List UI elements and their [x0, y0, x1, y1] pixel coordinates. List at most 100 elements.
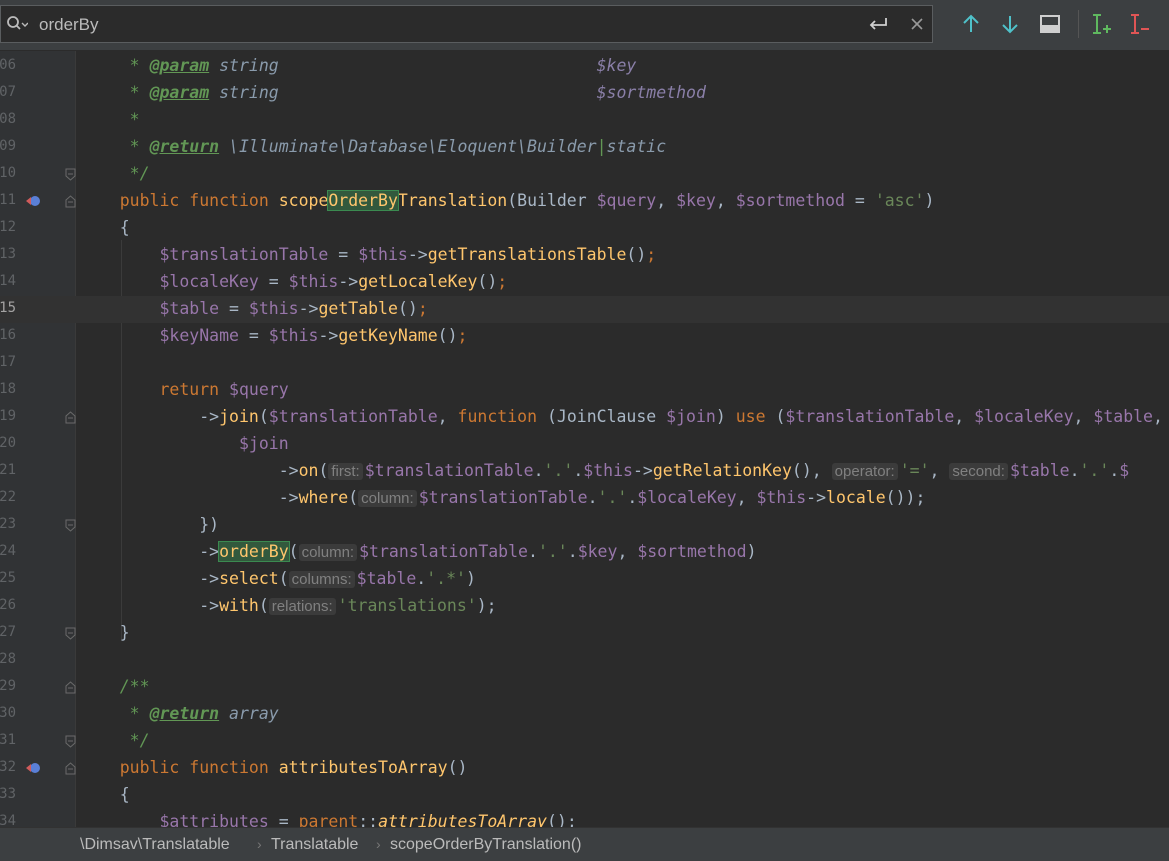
code-line[interactable]: 20 $join — [0, 431, 1169, 458]
code-line[interactable]: 11 public function scopeOrderByTranslati… — [0, 188, 1169, 215]
breadcrumb-item-class[interactable]: Translatable — [271, 836, 358, 854]
line-number: 11 — [0, 192, 16, 208]
code-text: * @param string $sortmethod — [119, 83, 706, 102]
code-line[interactable]: 13 $translationTable = $this->getTransla… — [0, 242, 1169, 269]
window-icon[interactable] — [1038, 12, 1062, 36]
override-marker-icon[interactable] — [24, 194, 42, 208]
code-text: * @return array — [119, 704, 279, 723]
arrow-up-icon[interactable] — [959, 12, 983, 36]
line-number: 33 — [0, 786, 16, 802]
line-number: 17 — [0, 354, 16, 370]
line-number: 31 — [0, 732, 16, 748]
close-icon[interactable] — [909, 16, 925, 32]
code-text: }) — [199, 515, 220, 534]
code-line[interactable]: 16 $keyName = $this->getKeyName(); — [0, 323, 1169, 350]
line-number: 23 — [0, 516, 16, 532]
line-number: 12 — [0, 219, 16, 235]
arrow-down-icon[interactable] — [998, 12, 1022, 36]
line-number: 27 — [0, 624, 16, 640]
code-text: $attributes = parent::attributesToArray(… — [159, 812, 577, 827]
line-number: 06 — [0, 57, 16, 73]
fold-icon[interactable] — [65, 195, 76, 208]
code-line[interactable]: 14 $localeKey = $this->getLocaleKey(); — [0, 269, 1169, 296]
code-text: ->on(first: $translationTable.'.'.$this->… — [278, 461, 1130, 480]
line-number: 21 — [0, 462, 16, 478]
line-number: 15 — [0, 300, 16, 316]
code-line[interactable]: 29 /** — [0, 674, 1169, 701]
code-line[interactable]: 26 ->with(relations:'translations'); — [0, 593, 1169, 620]
code-line[interactable]: 24 ->orderBy(column: $translationTable.'.… — [0, 539, 1169, 566]
param-hint: column: — [298, 544, 358, 561]
line-number: 28 — [0, 651, 16, 667]
line-number: 24 — [0, 543, 16, 559]
line-number: 30 — [0, 705, 16, 721]
breadcrumb-item-namespace[interactable]: \Dimsav\Translatable — [80, 836, 230, 854]
code-text: $keyName = $this->getKeyName(); — [159, 326, 468, 345]
breadcrumb-item-method[interactable]: scopeOrderByTranslation() — [390, 836, 581, 854]
param-hint: columns: — [288, 571, 355, 588]
code-text: ->where(column: $translationTable.'.'.$lo… — [278, 488, 926, 507]
breadcrumb-separator: › — [257, 836, 262, 852]
line-number: 08 — [0, 111, 16, 127]
fold-icon[interactable] — [65, 735, 76, 748]
line-number: 29 — [0, 678, 16, 694]
code-line-current[interactable]: 15 $table = $this->getTable(); — [0, 296, 1169, 323]
code-line[interactable]: 28 — [0, 647, 1169, 674]
breadcrumb: \Dimsav\Translatable › Translatable › sc… — [0, 827, 1169, 861]
line-number: 07 — [0, 84, 16, 100]
code-line[interactable]: 33 { — [0, 782, 1169, 809]
line-number: 09 — [0, 138, 16, 154]
code-line[interactable]: 07 * @param string $sortmethod — [0, 80, 1169, 107]
code-text: * — [119, 110, 140, 129]
fold-icon[interactable] — [65, 519, 76, 532]
code-line[interactable]: 18 return $query — [0, 377, 1169, 404]
search-input[interactable] — [39, 14, 639, 36]
code-line[interactable]: 31 */ — [0, 728, 1169, 755]
search-match: orderBy — [218, 541, 290, 562]
code-line[interactable]: 34 $attributes = parent::attributesToArr… — [0, 809, 1169, 827]
code-line[interactable]: 32 public function attributesToArray() — [0, 755, 1169, 782]
search-box[interactable] — [0, 5, 933, 43]
code-line[interactable]: 30 * @return array — [0, 701, 1169, 728]
code-line[interactable]: 17 — [0, 350, 1169, 377]
add-selection-icon[interactable] — [1089, 12, 1113, 36]
search-icon[interactable] — [6, 15, 28, 33]
code-line[interactable]: 25 ->select(columns: $table.'.*') — [0, 566, 1169, 593]
fold-icon[interactable] — [65, 168, 76, 181]
code-line[interactable]: 10 */ — [0, 161, 1169, 188]
code-line[interactable]: 19 ->join($translationTable, function (J… — [0, 404, 1169, 431]
code-text: $join — [238, 434, 289, 453]
code-text: */ — [119, 731, 150, 750]
line-number: 10 — [0, 165, 16, 181]
code-text: * @return \Illuminate\Database\Eloquent\… — [119, 137, 667, 156]
code-line[interactable]: 09 * @return \Illuminate\Database\Eloque… — [0, 134, 1169, 161]
override-marker-icon[interactable] — [24, 761, 42, 775]
code-editor[interactable]: 06 * @param string $key 07 * @param stri… — [0, 51, 1169, 827]
code-text: public function attributesToArray() — [119, 758, 468, 777]
param-hint: operator: — [831, 463, 898, 480]
fold-icon[interactable] — [65, 627, 76, 640]
line-number: 13 — [0, 246, 16, 262]
code-text: * @param string $key — [119, 56, 637, 75]
code-line[interactable]: 06 * @param string $key — [0, 53, 1169, 80]
line-number: 20 — [0, 435, 16, 451]
search-match: OrderBy — [327, 190, 399, 211]
line-number: 16 — [0, 327, 16, 343]
line-number: 34 — [0, 813, 16, 827]
enter-icon[interactable] — [867, 14, 889, 34]
code-line[interactable]: 27 } — [0, 620, 1169, 647]
code-line[interactable]: 21 ->on(first: $translationTable.'.'.$thi… — [0, 458, 1169, 485]
code-line[interactable]: 08 * — [0, 107, 1169, 134]
fold-icon[interactable] — [65, 681, 76, 694]
fold-icon[interactable] — [65, 762, 76, 775]
code-line[interactable]: 22 ->where(column: $translationTable.'.'.… — [0, 485, 1169, 512]
remove-selection-icon[interactable] — [1127, 12, 1151, 36]
fold-icon[interactable] — [65, 411, 76, 424]
code-line[interactable]: 12 { — [0, 215, 1169, 242]
code-text: return $query — [159, 380, 289, 399]
param-hint: column: — [358, 490, 417, 507]
code-text: ->select(columns: $table.'.*') — [199, 569, 476, 588]
code-text: public function scopeOrderByTranslation(… — [119, 190, 935, 211]
line-number: 18 — [0, 381, 16, 397]
code-line[interactable]: 23 }) — [0, 512, 1169, 539]
